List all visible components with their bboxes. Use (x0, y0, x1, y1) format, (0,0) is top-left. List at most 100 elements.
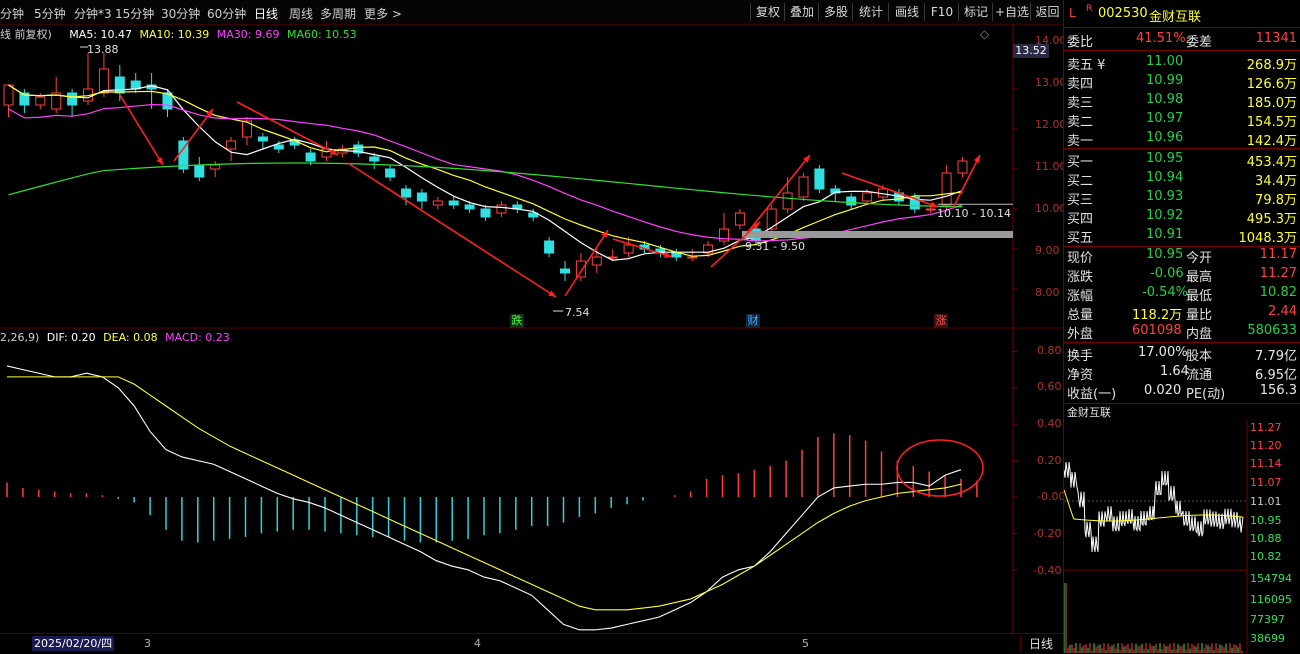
ytick-14: 14.00 (1035, 34, 1067, 47)
month-3: 3 (144, 637, 151, 650)
macd-chart[interactable]: 2,26,9) DIF: 0.20 DEA: 0.08 MACD: 0.23 0… (0, 330, 1066, 634)
candle-body (591, 256, 602, 266)
candle-body (432, 200, 443, 206)
ma30-value: MA30: 9.69 (216, 28, 280, 41)
cursor-date: 2025/02/20/四 (32, 636, 115, 651)
period-30min[interactable]: 30分钟 (161, 5, 200, 22)
mini-axis-label: 11.14 (1250, 457, 1282, 470)
period-min3[interactable]: 分钟*3 (74, 5, 112, 22)
macd-param-label: 2,26,9) (0, 331, 40, 344)
dea-value: DEA: 0.08 (103, 331, 158, 344)
candle-body (98, 68, 109, 94)
margin-flag: R (1086, 4, 1093, 14)
candle-body (782, 192, 793, 210)
macd-ytick-n040: -0.40 (1033, 564, 1062, 577)
period-weekly[interactable]: 周线 (289, 5, 313, 22)
mini-axis-label: 11.20 (1250, 439, 1282, 452)
settings-icon[interactable]: ◇ (980, 27, 989, 41)
trend-arrowhead (601, 230, 608, 238)
candle-body (257, 136, 268, 142)
stock-code: 002530 (1098, 6, 1148, 21)
candle-body (210, 164, 221, 170)
candle-body (846, 196, 857, 206)
add-watchlist-button[interactable]: +自选 (992, 3, 1031, 21)
trend-arrow (347, 162, 557, 298)
stats-button[interactable]: 统计 (852, 3, 889, 21)
candle-body (305, 152, 316, 162)
multi-stock-button[interactable]: 多股 (818, 3, 853, 21)
macd-legend: 2,26,9) DIF: 0.20 DEA: 0.08 MACD: 0.23 (0, 331, 230, 344)
intraday-mini-chart[interactable]: 11.27 11.20 11.14 11.07 11.01 10.95 10.88 10.82… (1064, 420, 1300, 653)
period-indicator[interactable]: 日线 (1020, 636, 1061, 652)
draw-button[interactable]: 画线 (888, 3, 925, 21)
macd-ytick-n020: -0.20 (1033, 527, 1062, 540)
mini-axis-label: 116095 (1250, 593, 1292, 606)
trend-arrow (236, 101, 339, 156)
candle-body (496, 204, 507, 214)
back-button[interactable]: 返回 (1030, 3, 1064, 21)
candle-body (862, 192, 873, 202)
ma60-value: MA60: 10.53 (286, 28, 357, 41)
period-more[interactable]: 更多 > (364, 5, 402, 22)
ytick-13: 13.00 (1035, 76, 1067, 89)
date-axis-bar: 2025/02/20/四 3 4 5 日线 (0, 633, 1063, 654)
overlay-button[interactable]: 叠加 (784, 3, 819, 21)
candle-body (480, 208, 491, 218)
high-price-label: 13.88 (87, 43, 119, 56)
adjust-button[interactable]: 复权 (750, 3, 785, 21)
event-mark-finance[interactable]: 财 (746, 314, 760, 328)
ma10-value: MA10: 10.39 (139, 28, 210, 41)
ytick-11: 11.00 (1035, 160, 1067, 173)
candle-body (194, 164, 205, 178)
ytick-9: 9.00 (1035, 244, 1060, 257)
mini-axis-label: 11.07 (1250, 476, 1282, 489)
event-mark-rise[interactable]: 涨 (934, 314, 948, 328)
period-60min[interactable]: 60分钟 (207, 5, 246, 22)
period-5min[interactable]: 5分钟 (34, 5, 66, 22)
kline-svg (0, 25, 1063, 329)
candle-body (957, 160, 968, 174)
candle-body (925, 208, 936, 211)
candle-body (226, 140, 237, 150)
candle-body (448, 200, 459, 206)
candle-body (35, 96, 46, 106)
kline-adjust-label: 线 前复权) (0, 28, 52, 41)
candle-body (416, 192, 427, 202)
macd-ytick-060: 0.60 (1037, 380, 1062, 393)
kline-chart[interactable]: 线 前复权) MA5: 10.47 MA10: 10.39 MA30: 9.69… (0, 25, 1067, 329)
candle-body (607, 256, 618, 259)
ytick-8: 8.00 (1035, 286, 1060, 299)
mini-axis-label: 10.82 (1250, 550, 1282, 563)
candle-body (3, 84, 14, 106)
macd-svg (6, 330, 1018, 634)
period-daily[interactable]: 日线 (254, 5, 278, 22)
candle-body (560, 268, 570, 274)
mini-chart-title: 金财互联 (1067, 406, 1111, 419)
candle-body (544, 240, 555, 254)
ytick-12: 12.00 (1035, 118, 1067, 131)
candle-body (385, 168, 396, 178)
macd-ytick-080: 0.80 (1037, 344, 1062, 357)
highlight-circle (896, 439, 984, 497)
candle-body (687, 256, 698, 259)
candle-body (623, 244, 634, 254)
mark-button[interactable]: 标记 (958, 3, 993, 21)
candle-body (273, 144, 284, 150)
macd-ytick-000: -0.00 (1037, 490, 1066, 503)
macd-ytick-040: 0.40 (1037, 417, 1062, 430)
candle-body (798, 176, 809, 198)
event-mark-drop[interactable]: 跌 (510, 314, 524, 328)
period-multi[interactable]: 多周期 (320, 5, 356, 22)
period-1min[interactable]: 分钟 (0, 5, 24, 22)
mini-axis-label: 77397 (1250, 613, 1285, 626)
f10-button[interactable]: F10 (924, 3, 959, 21)
mini-axis-label: 10.95 (1250, 514, 1282, 527)
ytick-10: 10.00 (1035, 202, 1067, 215)
trend-arrow (841, 172, 939, 208)
period-15min[interactable]: 15分钟 (115, 5, 154, 22)
mini-axis-label: 154794 (1250, 572, 1292, 585)
month-5: 5 (802, 637, 809, 650)
period-toolbar: 分钟 5分钟 分钟*3 15分钟 30分钟 60分钟 日线 周线 多周期 更多 … (0, 0, 1063, 25)
macd-ytick-020: 0.20 (1037, 454, 1062, 467)
dif-value: DIF: 0.20 (46, 331, 96, 344)
